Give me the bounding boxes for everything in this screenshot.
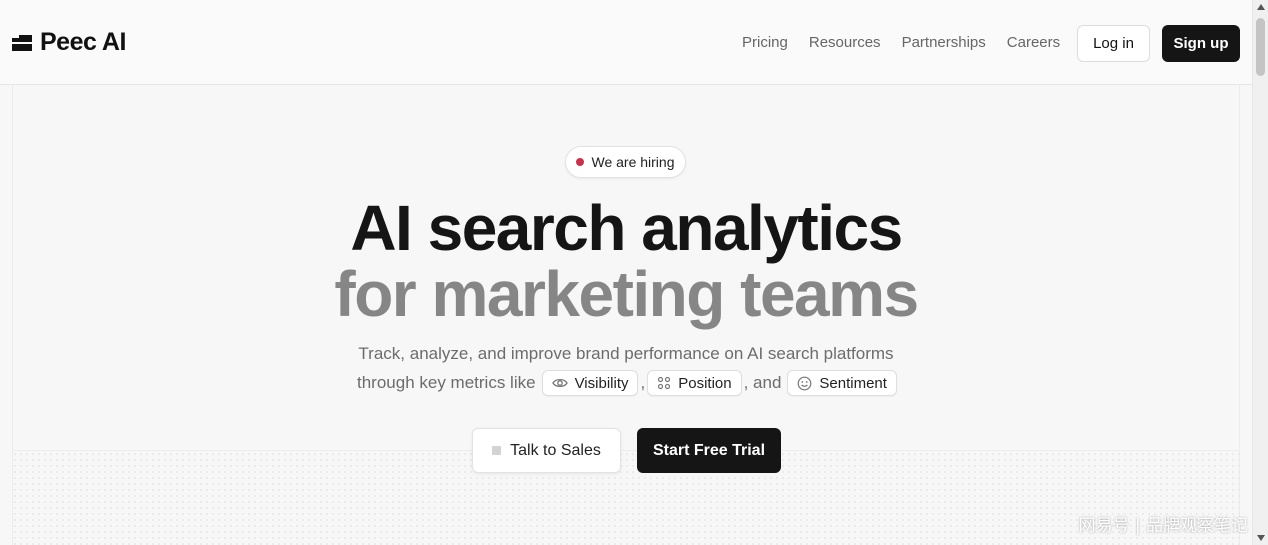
- main-nav: Pricing Resources Partnerships Careers: [742, 34, 1060, 51]
- dot-pattern-background: [12, 450, 1240, 545]
- nav-item-careers[interactable]: Careers: [1007, 34, 1060, 51]
- square-icon: [492, 446, 502, 455]
- metric-chip-sentiment: Sentiment: [787, 370, 897, 396]
- status-dot-icon: [576, 158, 585, 166]
- hero-title-line2: for marketing teams: [334, 258, 919, 330]
- metric-label-sentiment: Sentiment: [819, 374, 887, 392]
- brand-logo[interactable]: Peec AI: [12, 28, 126, 57]
- vertical-scrollbar[interactable]: [1252, 0, 1268, 545]
- hero-subtitle-line1: Track, analyze, and improve brand perfor…: [358, 344, 894, 363]
- hiring-badge-label: We are hiring: [591, 154, 675, 170]
- hero-title-line1: AI search analytics: [350, 192, 903, 264]
- separator-comma: ,: [640, 373, 646, 392]
- metric-chip-position: Position: [647, 370, 742, 396]
- separator-and: , and: [743, 373, 782, 392]
- position-icon: [658, 376, 671, 390]
- logo-icon: [12, 32, 34, 54]
- scroll-down-icon[interactable]: [1257, 535, 1265, 541]
- scroll-thumb[interactable]: [1256, 18, 1265, 76]
- nav-item-resources[interactable]: Resources: [809, 34, 881, 51]
- start-free-trial-button[interactable]: Start Free Trial: [637, 428, 781, 473]
- page: Peec AI Pricing Resources Partnerships C…: [0, 0, 1268, 545]
- brand-name: Peec AI: [40, 28, 126, 56]
- metric-label-visibility: Visibility: [574, 374, 629, 392]
- metric-label-position: Position: [678, 374, 732, 392]
- hiring-badge[interactable]: We are hiring: [565, 146, 686, 178]
- eye-icon: [551, 378, 568, 388]
- signup-button[interactable]: Sign up: [1162, 25, 1240, 62]
- login-button[interactable]: Log in: [1077, 25, 1150, 62]
- site-header: Peec AI Pricing Resources Partnerships C…: [0, 0, 1252, 85]
- nav-item-pricing[interactable]: Pricing: [742, 34, 788, 51]
- talk-to-sales-label: Talk to Sales: [510, 441, 601, 459]
- subtitle-prefix: through key metrics like: [357, 373, 536, 392]
- metric-chip-visibility: Visibility: [541, 370, 639, 396]
- scroll-up-icon[interactable]: [1257, 4, 1265, 10]
- watermark: 网易号 | 品牌观察笔记: [1078, 516, 1248, 536]
- nav-item-partnerships[interactable]: Partnerships: [902, 34, 986, 51]
- smile-icon: [798, 376, 812, 390]
- hero-subtitle-line2: through key metrics like Visibility , Po…: [357, 369, 897, 397]
- talk-to-sales-button[interactable]: Talk to Sales: [472, 428, 621, 473]
